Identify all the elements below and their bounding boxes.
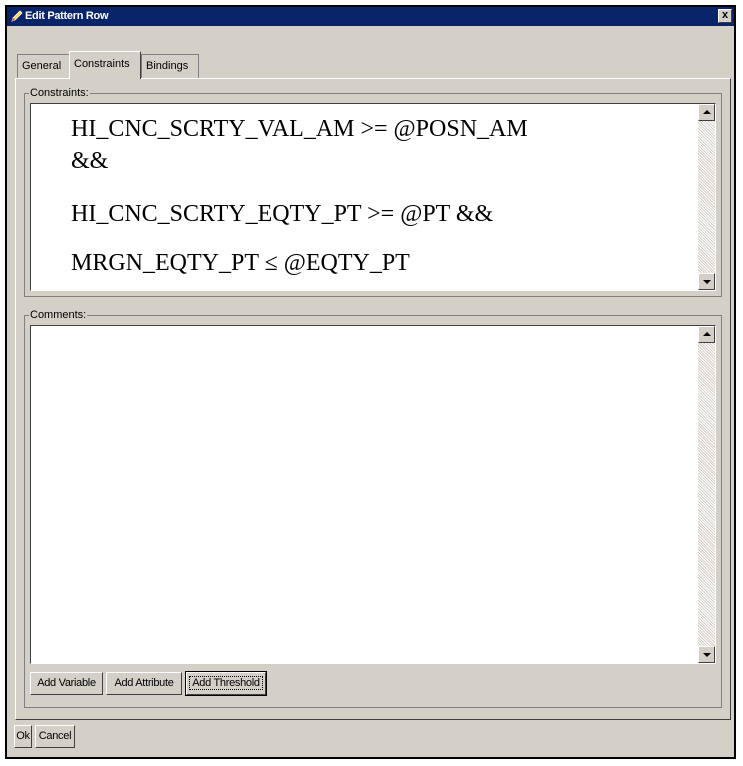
scroll-down-arrow-icon xyxy=(703,280,711,284)
pencil-icon xyxy=(11,10,23,22)
edit-pattern-row-dialog: Edit Pattern Row x General Constraints B… xyxy=(5,5,736,759)
ok-button[interactable]: Ok xyxy=(14,725,32,748)
add-variable-button[interactable]: Add Variable xyxy=(30,672,103,695)
title-bar[interactable]: Edit Pattern Row x xyxy=(7,7,734,26)
add-threshold-button[interactable]: Add Threshold xyxy=(185,671,267,696)
constraint-line: MRGN_EQTY_PT ≤ @EQTY_PT xyxy=(71,250,410,276)
constraints-group: Constraints: HI_CNC_SCRTY_VAL_AM >= @POS… xyxy=(24,86,722,297)
tab-bindings-label: Bindings xyxy=(146,60,189,72)
scroll-up-button[interactable] xyxy=(698,326,715,343)
constraint-line: && xyxy=(71,148,109,174)
close-button[interactable]: x xyxy=(718,9,732,23)
cancel-button[interactable]: Cancel xyxy=(35,725,75,748)
add-attribute-button[interactable]: Add Attribute xyxy=(106,672,182,695)
comments-text-area[interactable] xyxy=(30,325,716,664)
comments-group-label: Comments: xyxy=(29,308,88,322)
close-icon: x xyxy=(721,9,729,21)
tab-general[interactable]: General xyxy=(17,54,70,78)
scroll-down-arrow-icon xyxy=(703,653,711,657)
scroll-down-button[interactable] xyxy=(698,646,715,663)
comments-vertical-scrollbar[interactable] xyxy=(698,326,715,663)
tab-bindings[interactable]: Bindings xyxy=(141,54,199,78)
scroll-up-arrow-icon xyxy=(703,332,711,336)
tab-constraints-label: Constraints xyxy=(74,58,130,70)
constraints-tab-panel: Constraints: HI_CNC_SCRTY_VAL_AM >= @POS… xyxy=(15,78,731,720)
scroll-up-arrow-icon xyxy=(703,110,711,114)
scroll-up-button[interactable] xyxy=(698,104,715,121)
constraint-line: HI_CNC_SCRTY_VAL_AM >= @POSN_AM xyxy=(71,116,528,142)
comments-group: Comments: Add Variable Add Attribute Add… xyxy=(24,308,722,708)
add-threshold-label: Add Threshold xyxy=(189,676,263,690)
tab-general-label: General xyxy=(22,60,62,72)
tab-constraints[interactable]: Constraints xyxy=(69,51,141,79)
constraints-text-area[interactable]: HI_CNC_SCRTY_VAL_AM >= @POSN_AM && HI_CN… xyxy=(30,103,716,291)
constraints-group-label: Constraints: xyxy=(29,86,90,100)
scroll-down-button[interactable] xyxy=(698,273,715,290)
constraints-vertical-scrollbar[interactable] xyxy=(698,104,715,290)
constraint-line: HI_CNC_SCRTY_EQTY_PT >= @PT && xyxy=(71,201,494,227)
window-title: Edit Pattern Row xyxy=(25,10,109,22)
